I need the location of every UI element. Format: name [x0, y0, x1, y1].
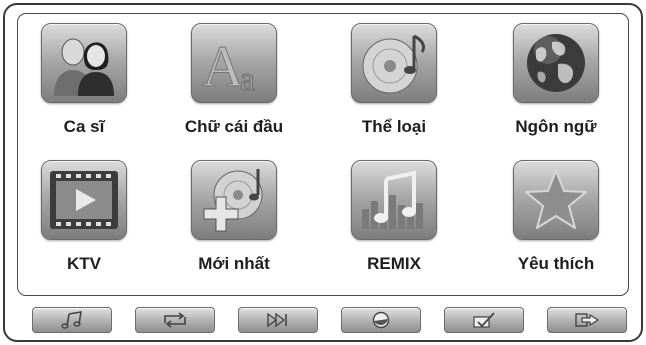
exit-icon: [575, 313, 600, 327]
music-button[interactable]: [32, 307, 112, 333]
menu-item-alphabet[interactable]: A a Chữ cái đầu: [174, 23, 294, 138]
svg-text:a: a: [240, 61, 255, 98]
singer-icon: [41, 23, 127, 103]
menu-item-label: Mới nhất: [198, 254, 270, 273]
svg-text:A: A: [202, 34, 244, 98]
record-icon: [372, 311, 390, 329]
menu-item-label: Thể loại: [361, 117, 427, 136]
video-icon: [41, 160, 127, 240]
menu-item-favorite[interactable]: Yêu thích: [496, 160, 616, 275]
skip-forward-icon: [267, 312, 287, 328]
menu-item-label: Chữ cái đầu: [184, 117, 284, 136]
menu-item-label: Ngôn ngữ: [515, 117, 597, 136]
playlist-button[interactable]: [444, 307, 524, 333]
menu-item-label: KTV: [67, 254, 101, 273]
repeat-button[interactable]: [135, 307, 215, 333]
star-icon: [513, 160, 599, 240]
menu-item-label: Yêu thích: [517, 254, 595, 273]
globe-icon: [513, 23, 599, 103]
repeat-icon: [164, 312, 186, 328]
genre-disc-icon: [351, 23, 437, 103]
checklist-icon: [473, 312, 495, 328]
exit-button[interactable]: [547, 307, 627, 333]
menu-item-remix[interactable]: REMIX: [334, 160, 454, 275]
next-button[interactable]: [238, 307, 318, 333]
music-note-icon: [61, 311, 82, 329]
alphabet-icon: A a: [191, 23, 277, 103]
menu-item-label: REMIX: [367, 254, 421, 273]
menu-item-ktv[interactable]: KTV: [24, 160, 144, 275]
new-disc-icon: [191, 160, 277, 240]
menu-item-genre[interactable]: Thể loại: [334, 23, 454, 138]
record-button[interactable]: [341, 307, 421, 333]
remix-icon: [351, 160, 437, 240]
menu-item-label: Ca sĩ: [63, 117, 105, 136]
menu-item-singer[interactable]: Ca sĩ: [24, 23, 144, 138]
menu-item-newest[interactable]: Mới nhất: [174, 160, 294, 275]
menu-item-language[interactable]: Ngôn ngữ: [496, 23, 616, 138]
